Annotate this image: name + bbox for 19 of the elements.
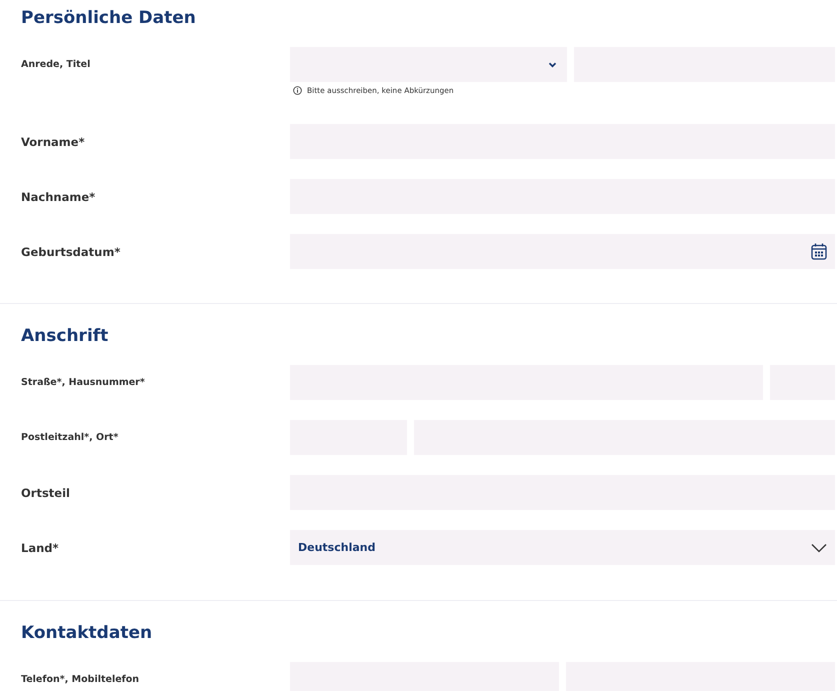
field-label: Telefon*, Mobiltelefon [21,674,140,685]
section-heading: Kontaktdaten [21,622,154,645]
field-label: Straße*, Hausnummer* [21,377,145,388]
field-label: Anrede, Titel [21,59,90,70]
chevron-down-icon [811,542,827,552]
field-label: Nachname* [21,190,96,204]
country-select[interactable]: Deutschland [290,530,835,565]
field-label: Geburtsdatum* [21,244,120,258]
section-heading: Persönliche Daten [21,7,197,30]
info-icon [293,86,302,95]
select-field[interactable] [290,47,567,82]
field-label: Land* [21,540,59,554]
calendar-icon [811,243,827,260]
field-label: Vorname* [21,134,85,148]
field-label: Ortsteil [21,486,70,500]
field-label: Postleitzahl*, Ort* [21,432,118,443]
chevron-down-icon [548,62,557,68]
section-heading: Anschrift [21,325,110,348]
date-field[interactable] [290,234,835,269]
